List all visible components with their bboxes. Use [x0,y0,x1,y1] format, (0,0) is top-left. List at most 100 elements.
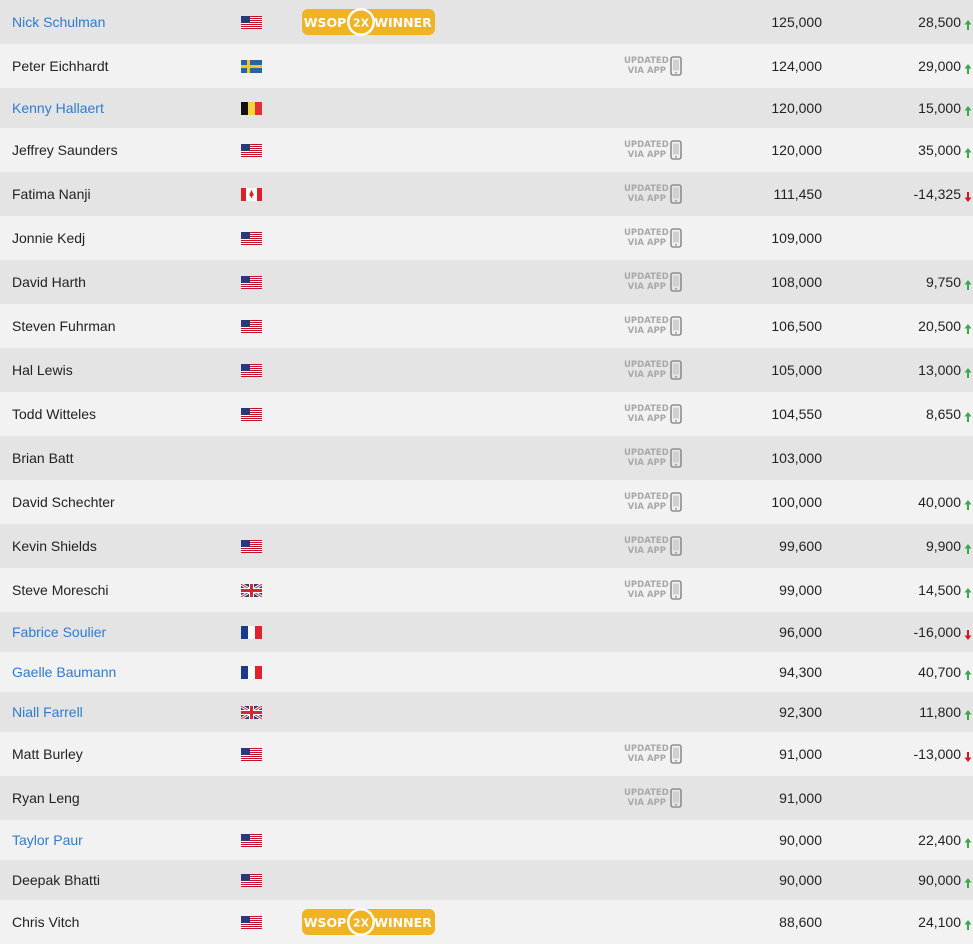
chip-change: 28,500 [918,14,961,30]
player-name[interactable]: Kenny Hallaert [12,100,104,116]
player-name: Matt Burley [12,746,83,762]
chip-count: 99,000 [779,582,822,598]
phone-icon [670,228,682,248]
us-flag-icon [241,834,262,847]
chip-count: 111,450 [773,186,822,202]
badge-winner-text: WINNER [374,15,432,30]
arrow-up-icon [964,875,972,888]
table-row: Fatima Nanji UPDATED VIA APP 111,450 -14,325 [0,172,973,216]
table-row: David Harth UPDATED VIA APP 108,000 9,750 [0,260,973,304]
updated-via-app-text: UPDATED VIA APP [624,448,669,468]
phone-icon [670,316,682,336]
table-row: Chris Vitch WSOP 2X WINNER 88,600 24,100 [0,900,973,944]
updated-label: UPDATED [624,744,669,754]
arrow-up-icon [964,585,972,598]
chip-change: -14,325 [913,186,961,202]
chip-count: 90,000 [779,872,822,888]
arrow-up-icon [964,409,972,422]
updated-label: UPDATED [624,360,669,370]
player-name: Hal Lewis [12,362,73,378]
chip-change: -13,000 [913,746,961,762]
chip-change: 8,650 [925,406,961,422]
updated-via-app-text: UPDATED VIA APP [624,744,669,764]
table-row: Kevin Shields UPDATED VIA APP 99,600 9,900 [0,524,973,568]
us-flag-icon [241,144,262,157]
arrow-up-icon [964,321,972,334]
player-name: Jonnie Kedj [12,230,86,246]
player-name: Brian Batt [12,450,74,466]
via-app-label: VIA APP [627,502,666,512]
player-name: David Schechter [12,494,115,510]
updated-via-app-badge: UPDATED VIA APP [624,579,684,601]
updated-via-app-badge: UPDATED VIA APP [624,139,684,161]
chip-count: 103,000 [771,450,822,466]
via-app-label: VIA APP [627,370,666,380]
updated-label: UPDATED [624,184,669,194]
chip-change: 90,000 [918,872,961,888]
se-flag-icon [241,60,262,73]
table-row: Nick Schulman WSOP 2X WINNER 125,000 28,500 [0,0,973,44]
player-name[interactable]: Niall Farrell [12,704,83,720]
arrow-up-icon [964,541,972,554]
updated-via-app-badge: UPDATED VIA APP [624,491,684,513]
updated-label: UPDATED [624,788,669,798]
updated-label: UPDATED [624,448,669,458]
table-row: Steve Moreschi UPDATED VIA APP 99,000 14,500 [0,568,973,612]
table-row: Jeffrey Saunders UPDATED VIA APP 120,000 35,… [0,128,973,172]
wsop-2x-winner-badge: WSOP 2X WINNER [302,7,435,37]
table-row: Deepak Bhatti 90,000 90,000 [0,860,973,900]
player-name: Jeffrey Saunders [12,142,118,158]
chip-count: 92,300 [779,704,822,720]
via-app-label: VIA APP [627,546,666,556]
badge-wsop-text: WSOP [304,15,347,30]
player-name: Steve Moreschi [12,582,109,598]
chip-change: 14,500 [918,582,961,598]
chip-change: 40,700 [918,664,961,680]
updated-via-app-badge: UPDATED VIA APP [624,535,684,557]
updated-via-app-text: UPDATED VIA APP [624,788,669,808]
chip-count: 96,000 [779,624,822,640]
chip-count: 99,600 [779,538,822,554]
chip-count: 100,000 [771,494,822,510]
via-app-label: VIA APP [627,150,666,160]
phone-icon [670,788,682,808]
us-flag-icon [241,364,262,377]
via-app-label: VIA APP [627,326,666,336]
player-name[interactable]: Fabrice Soulier [12,624,106,640]
arrow-up-icon [964,365,972,378]
updated-via-app-text: UPDATED VIA APP [624,228,669,248]
arrow-up-icon [964,917,972,930]
arrow-up-icon [964,667,972,680]
updated-via-app-text: UPDATED VIA APP [624,536,669,556]
table-row: Jonnie Kedj UPDATED VIA APP 109,000 [0,216,973,260]
phone-icon [670,448,682,468]
arrow-up-icon [964,61,972,74]
table-row: Todd Witteles UPDATED VIA APP 104,550 8,650 [0,392,973,436]
player-name[interactable]: Taylor Paur [12,832,83,848]
chip-change: 22,400 [918,832,961,848]
player-name[interactable]: Gaelle Baumann [12,664,116,680]
via-app-label: VIA APP [627,754,666,764]
arrow-up-icon [964,707,972,720]
chip-count: 104,550 [771,406,822,422]
us-flag-icon [241,874,262,887]
phone-icon [670,360,682,380]
phone-icon [670,536,682,556]
table-row: Matt Burley UPDATED VIA APP 91,000 -13,000 [0,732,973,776]
arrow-up-icon [964,277,972,290]
ca-flag-icon [241,188,262,201]
chip-count: 88,600 [779,914,822,930]
chip-count: 90,000 [779,832,822,848]
chip-change: 24,100 [918,914,961,930]
chip-count: 108,000 [771,274,822,290]
chip-change: 11,800 [919,704,961,720]
player-name[interactable]: Nick Schulman [12,14,105,30]
phone-icon [670,140,682,160]
updated-label: UPDATED [624,272,669,282]
chip-change: 40,000 [918,494,961,510]
updated-label: UPDATED [624,580,669,590]
updated-via-app-badge: UPDATED VIA APP [624,359,684,381]
fr-flag-icon [241,626,262,639]
player-name: Ryan Leng [12,790,80,806]
phone-icon [670,580,682,600]
